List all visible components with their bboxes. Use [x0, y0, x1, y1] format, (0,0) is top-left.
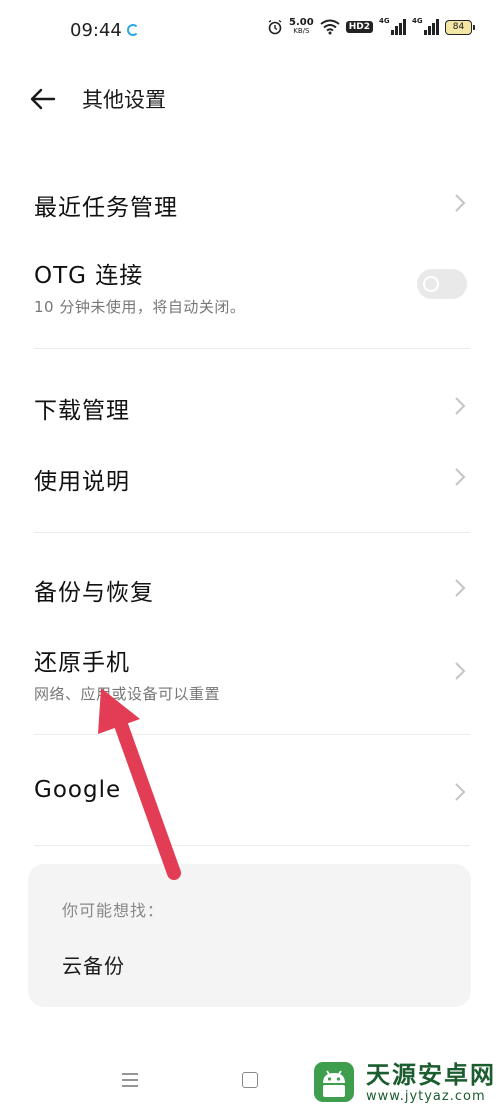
suggestions-heading: 你可能想找：: [62, 901, 165, 920]
reset-phone-item[interactable]: 还原手机 网络、应用或设备可以重置: [34, 643, 470, 703]
otg-label: OTG 连接: [34, 263, 144, 289]
battery-icon: 84: [445, 19, 475, 35]
status-bar: 09:44 5.00 KB/S HD2 4G 4G 84: [0, 0, 500, 62]
reset-phone-label: 还原手机: [34, 650, 130, 676]
download-management-label: 下载管理: [34, 398, 130, 424]
suggestion-cloud-backup[interactable]: 云备份: [62, 950, 125, 979]
reset-phone-description: 网络、应用或设备可以重置: [34, 685, 221, 703]
chevron-right-icon: [455, 468, 466, 486]
sim2-network-type: 4G: [412, 17, 423, 25]
chevron-right-icon: [455, 579, 466, 597]
chevron-right-icon: [455, 194, 466, 212]
user-guide-item[interactable]: 使用说明: [34, 462, 470, 495]
sync-icon: [127, 24, 139, 36]
watermark-url: www.jytyaz.com: [366, 1088, 486, 1104]
alarm-clock-icon: [268, 19, 282, 35]
page-header: 其他设置: [0, 75, 500, 125]
recent-tasks-item[interactable]: 最近任务管理: [34, 188, 470, 221]
home-button-icon[interactable]: [242, 1072, 258, 1088]
watermark-name: 天源安卓网: [366, 1060, 496, 1089]
chevron-right-icon: [455, 397, 466, 415]
speed-unit: KB/S: [293, 27, 310, 35]
recent-apps-icon[interactable]: [121, 1072, 139, 1088]
section-divider: [34, 734, 470, 735]
status-time: 09:44: [70, 20, 122, 41]
suggestions-card: 你可能想找： 云备份: [28, 864, 471, 1007]
toggle-knob: [423, 276, 439, 292]
google-item[interactable]: Google: [34, 777, 470, 809]
network-speed: 5.00 KB/S: [289, 18, 314, 36]
user-guide-label: 使用说明: [34, 469, 130, 495]
sim1-network-type: 4G: [379, 17, 390, 25]
page-title: 其他设置: [82, 88, 166, 112]
backup-restore-label: 备份与恢复: [34, 580, 154, 606]
chevron-right-icon: [455, 662, 466, 680]
battery-level: 84: [452, 22, 465, 32]
otg-description: 10 分钟未使用，将自动关闭。: [34, 298, 246, 316]
chevron-right-icon: [455, 783, 466, 801]
section-divider: [34, 532, 470, 533]
signal-sim1-icon: 4G: [379, 17, 406, 35]
otg-connection-item[interactable]: OTG 连接 10 分钟未使用，将自动关闭。: [34, 256, 470, 316]
google-label: Google: [34, 777, 122, 803]
back-arrow-icon[interactable]: [28, 85, 58, 113]
android-robot-logo-icon: [314, 1062, 354, 1102]
section-divider: [34, 348, 470, 349]
status-icons: 5.00 KB/S HD2 4G 4G 84: [267, 17, 475, 36]
backup-restore-item[interactable]: 备份与恢复: [34, 573, 470, 606]
hd-voice-badge: HD2: [345, 21, 373, 33]
signal-sim2-icon: 4G: [412, 17, 439, 35]
site-watermark: 天源安卓网 www.jytyaz.com: [310, 1058, 496, 1106]
recent-tasks-label: 最近任务管理: [34, 195, 178, 221]
section-divider: [34, 845, 470, 846]
speed-value: 5.00: [289, 17, 314, 28]
otg-toggle-switch[interactable]: [417, 269, 467, 299]
download-management-item[interactable]: 下载管理: [34, 391, 470, 424]
wifi-icon: [320, 19, 340, 35]
